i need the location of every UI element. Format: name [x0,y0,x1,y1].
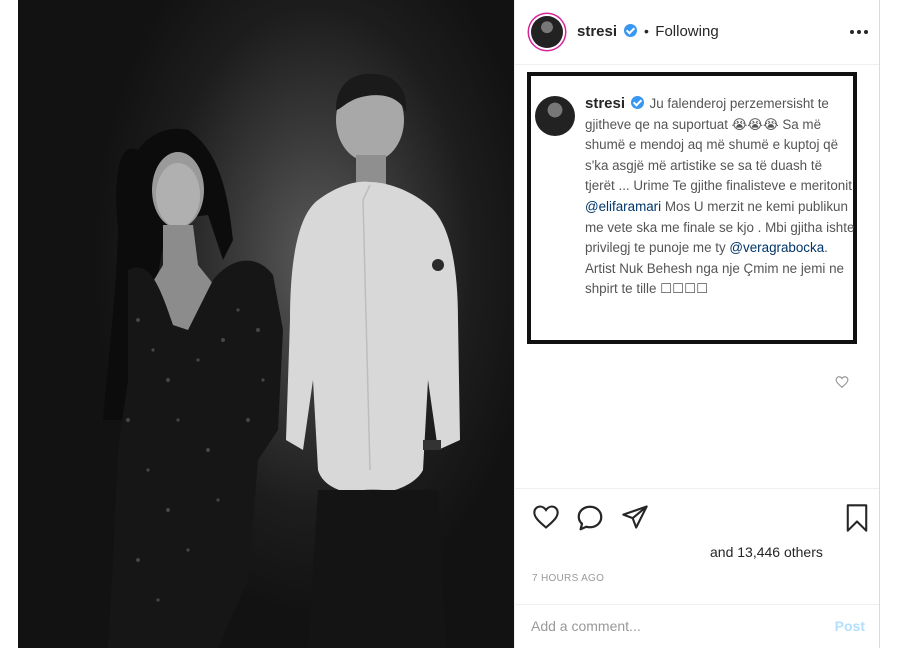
more-dots-icon[interactable] [849,24,869,45]
header-author-line: stresi • Following [577,23,719,41]
caption-like-heart-icon[interactable] [835,375,849,394]
post-comment-button[interactable]: Post [835,618,865,634]
caption-mention-1[interactable]: @elifaramari [585,199,661,214]
post-side-panel: stresi • Following stresi Ju falenderoj … [514,0,880,648]
photo-illustration [103,73,460,648]
header-separator: • [643,23,649,39]
caption-author-avatar[interactable] [535,96,575,136]
caption-mention-2[interactable]: @veragrabocka [729,240,824,255]
follow-status[interactable]: Following [655,23,718,40]
author-avatar[interactable] [531,16,563,48]
bookmark-icon[interactable] [845,503,869,538]
post-actions [515,488,879,609]
header-username[interactable]: stresi [577,23,617,40]
verified-badge-icon [624,24,638,37]
comment-bubble-icon[interactable] [575,503,605,538]
caption-text-part-1: Ju falenderoj perzemersisht te gjitheve … [585,96,852,194]
post-header: stresi • Following [515,0,879,65]
caption-verified-badge-icon [630,96,644,109]
post-timestamp[interactable]: 7 HOURS AGO [532,573,604,584]
comment-bar: Add a comment... Post [515,604,879,649]
caption-username[interactable]: stresi [585,95,625,112]
send-icon[interactable] [621,503,649,536]
post-photo[interactable] [18,0,514,648]
comment-input[interactable]: Add a comment... [531,618,641,634]
post-caption: stresi Ju falenderoj perzemersisht te gj… [585,94,855,300]
heart-icon[interactable] [531,503,561,536]
likes-count[interactable]: and 13,446 others [710,544,823,560]
